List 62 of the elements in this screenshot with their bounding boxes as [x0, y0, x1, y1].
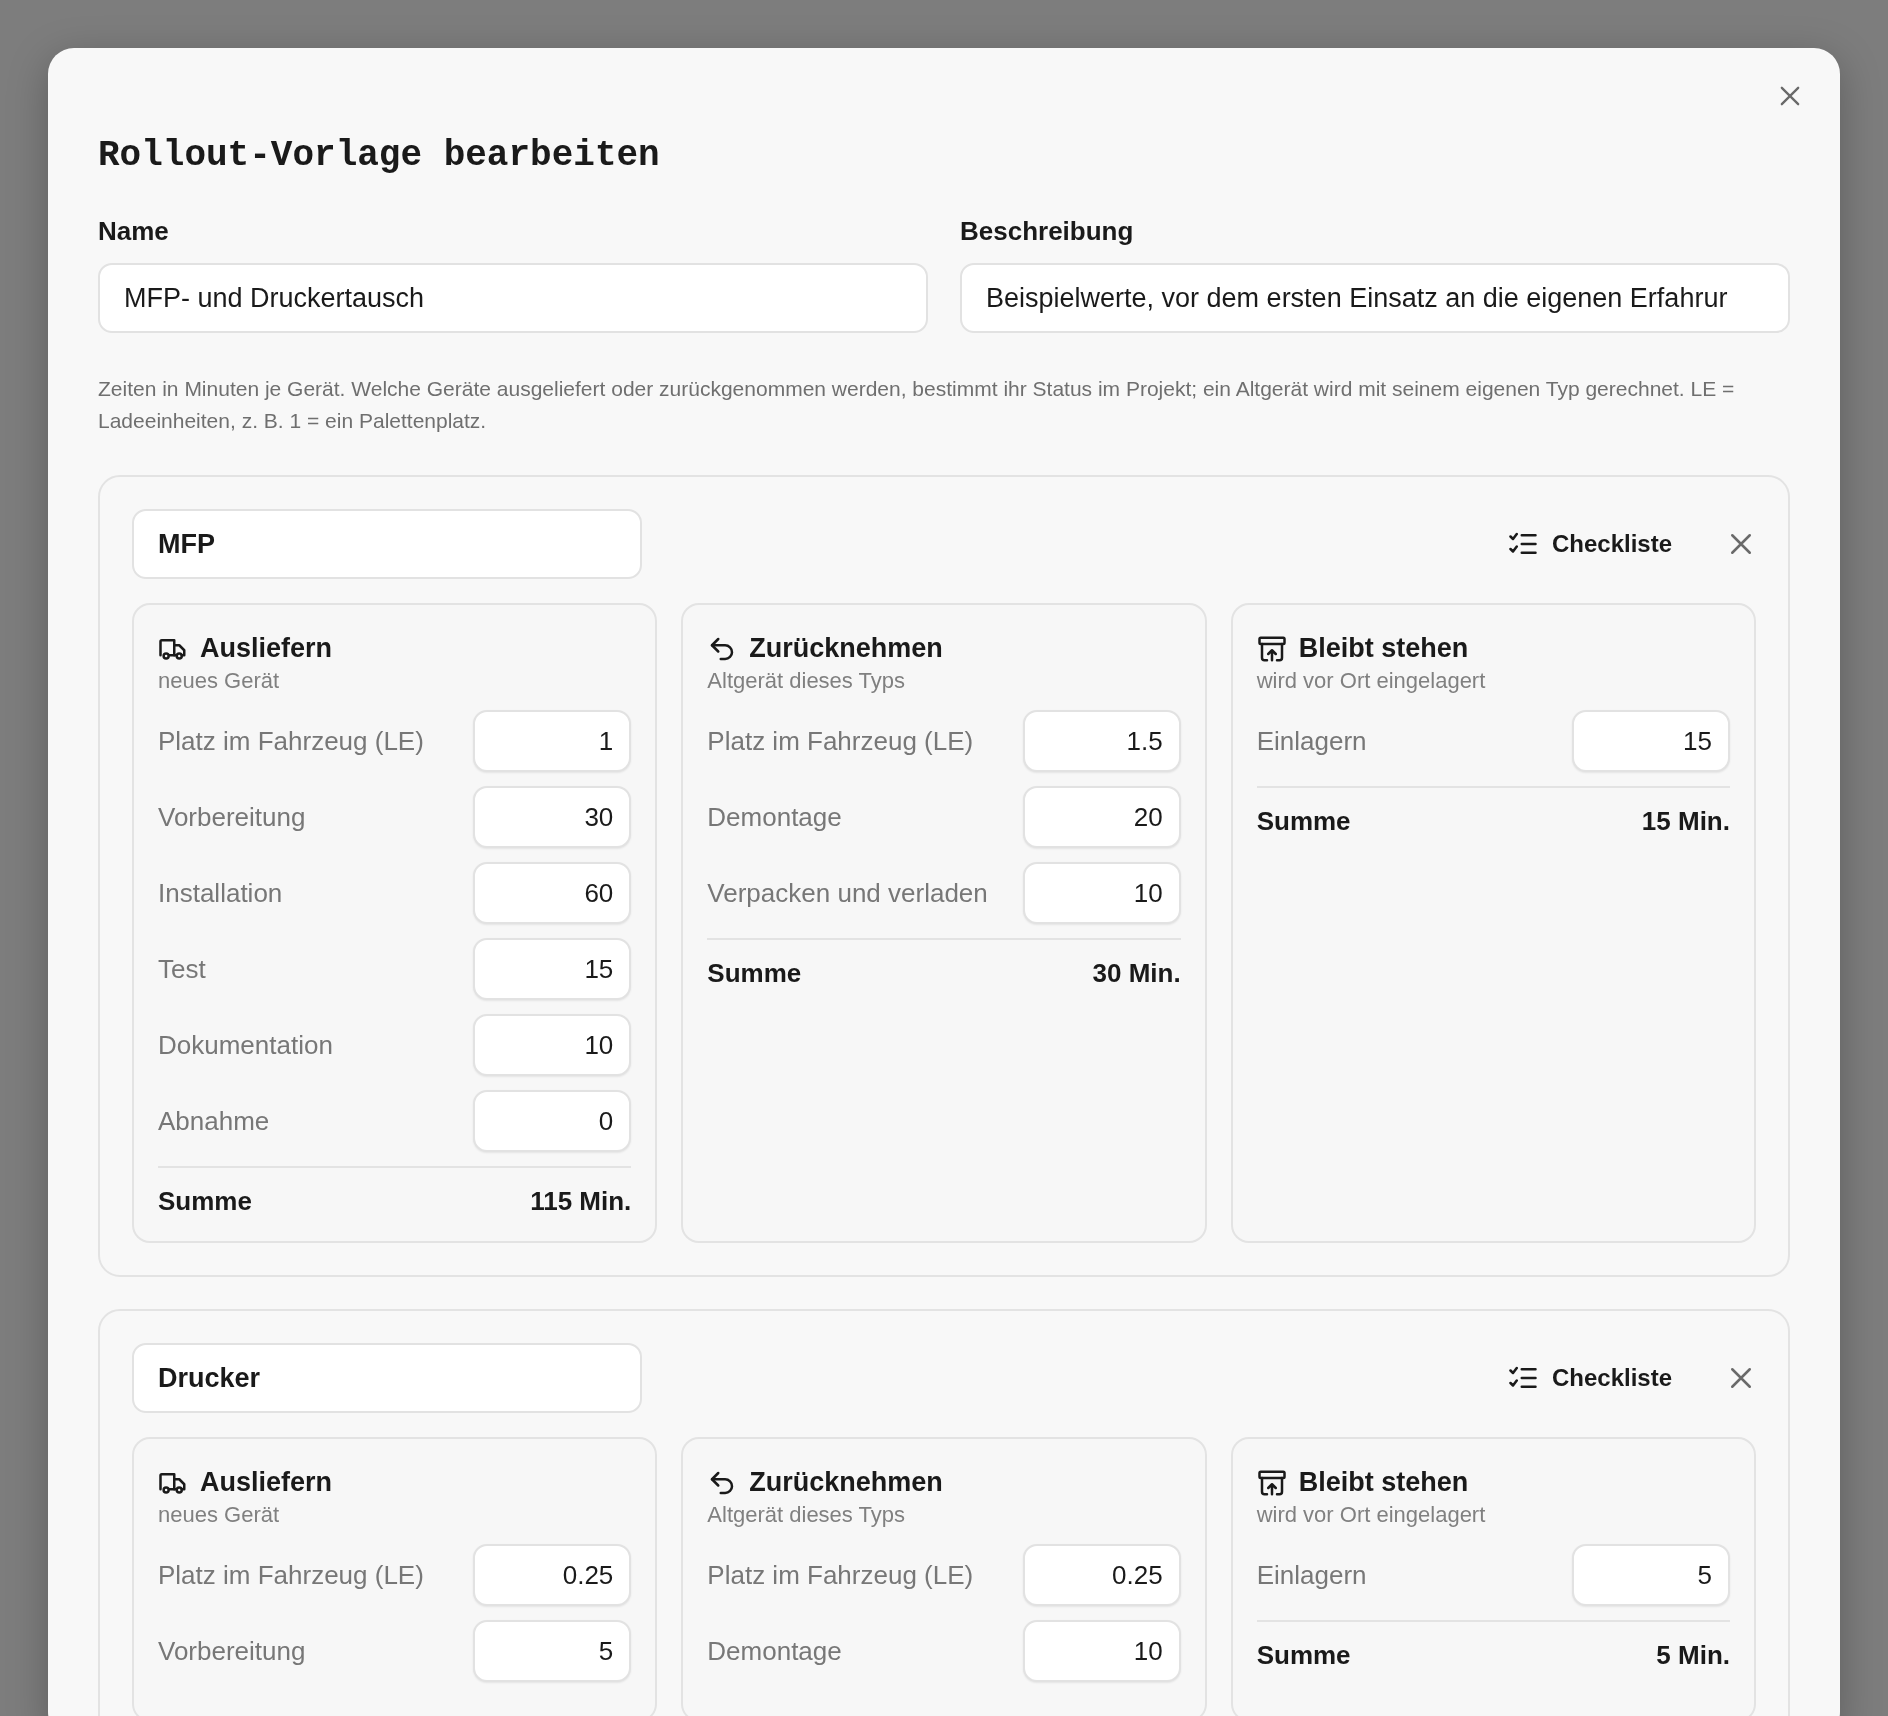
minutes-field[interactable]: 30 [473, 786, 632, 848]
checklist-icon [1507, 1365, 1538, 1391]
text-field[interactable]: Beispielwerte, vor dem ersten Einsatz an die eigenen Erfahrur [960, 263, 1790, 333]
text-field[interactable]: MFP- und Druckertausch [98, 263, 928, 333]
minutes-field[interactable]: 5 [473, 1620, 632, 1682]
section-subtitle: Altgerät dieses Typs [707, 668, 907, 694]
checklist-icon [1507, 531, 1538, 557]
minutes-field[interactable]: 10 [1022, 1620, 1181, 1682]
field-label: Dokumentation [158, 1029, 333, 1062]
section-title: Ausliefern [200, 1467, 333, 1498]
minutes-field[interactable]: 0 [473, 1090, 632, 1152]
minutes-field[interactable]: 60 [473, 862, 632, 924]
dialog-title: Rollout-Vorlage bearbeiten [98, 138, 661, 174]
field-label: Demontage [707, 801, 842, 834]
sum-value: 5 Min. [1656, 1640, 1730, 1671]
minutes-field[interactable]: 1.5 [1022, 710, 1181, 772]
field-label: Platz im Fahrzeug (LE) [707, 1559, 974, 1592]
field-label: Vorbereitung [158, 801, 306, 834]
field-label: Platz im Fahrzeug (LE) [707, 725, 974, 758]
minutes-field[interactable]: 0.25 [1022, 1544, 1181, 1606]
sum-value: 30 Min. [1092, 958, 1181, 989]
checklist-button[interactable]: Checkliste [1497, 524, 1682, 564]
field-label: Name [98, 216, 170, 247]
section-subtitle: Altgerät dieses Typs [707, 1502, 907, 1528]
section-title: Bleibt stehen [1298, 633, 1469, 664]
section-title: Zurücknehmen [749, 1467, 943, 1498]
field-label: Platz im Fahrzeug (LE) [158, 725, 424, 758]
minutes-field[interactable]: 0.25 [473, 1544, 632, 1606]
type-name-field[interactable]: Drucker [132, 1343, 642, 1413]
field-label: Platz im Fahrzeug (LE) [158, 1559, 424, 1592]
section-title: Zurücknehmen [749, 633, 943, 664]
sum-label: Summe [1256, 806, 1351, 837]
field-label: Test [158, 953, 206, 986]
section-subtitle: wird vor Ort eingelagert [1256, 1502, 1487, 1528]
checklist-button[interactable]: Checkliste [1497, 1358, 1682, 1398]
section-subtitle: neues Gerät [158, 1502, 281, 1528]
minutes-field[interactable]: 10 [473, 1014, 632, 1076]
section-subtitle: neues Gerät [158, 668, 281, 694]
minutes-field[interactable]: 5 [1572, 1544, 1730, 1606]
field-label: Beschreibung [960, 216, 1135, 247]
minutes-field[interactable]: 15 [473, 938, 632, 1000]
field-label: Installation [158, 877, 283, 910]
minutes-field[interactable]: 20 [1022, 786, 1181, 848]
minutes-field[interactable]: 1 [473, 710, 632, 772]
field-label: Verpacken und verladen [707, 877, 988, 910]
field-label: Vorbereitung [158, 1635, 306, 1668]
minutes-field[interactable]: 10 [1022, 862, 1181, 924]
sum-label: Summe [158, 1186, 252, 1217]
minutes-field[interactable]: 15 [1572, 710, 1730, 772]
field-label: Einlagern [1256, 1559, 1367, 1592]
field-label: Abnahme [158, 1105, 270, 1138]
field-label: Demontage [707, 1635, 842, 1668]
section-title: Bleibt stehen [1298, 1467, 1469, 1498]
type-name-field[interactable]: MFP [132, 509, 642, 579]
field-label: Einlagern [1256, 725, 1367, 758]
section-subtitle: wird vor Ort eingelagert [1256, 668, 1487, 694]
sum-value: 15 Min. [1641, 806, 1730, 837]
help-text: Zeiten in Minuten je Gerät. Welche Geräte ausgeliefert oder zurückgenommen werden, bestimmt ihr Status im Projekt; ein Altgerät wird mit seinem eigenen Typ gerechnet. LE = Ladeeinheiten, z. B. 1 = ein Palettenplatz. [98, 376, 1736, 434]
sum-label: Summe [1256, 1640, 1351, 1671]
sum-value: 115 Min. [530, 1186, 632, 1217]
section-title: Ausliefern [200, 633, 333, 664]
sum-label: Summe [707, 958, 802, 989]
